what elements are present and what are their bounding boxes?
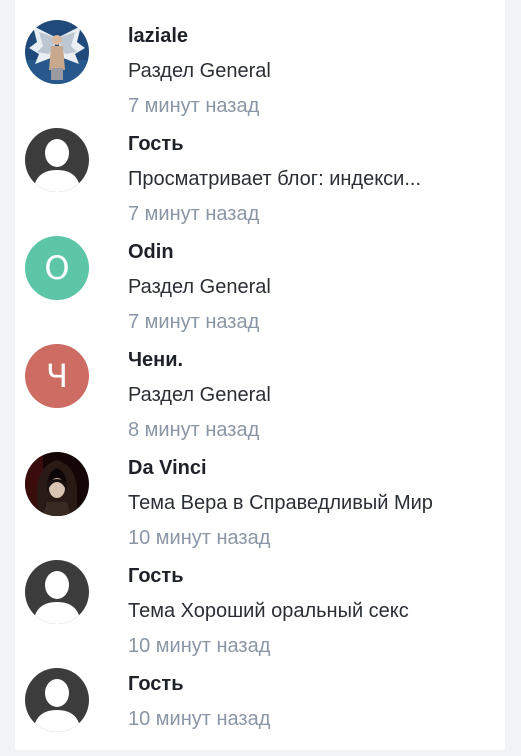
avatar [25, 668, 89, 732]
user-name: Гость [128, 673, 184, 695]
activity-text[interactable]: Раздел General [128, 60, 271, 83]
activity-text[interactable]: Раздел General [128, 276, 271, 299]
user-name[interactable]: Чени. [128, 349, 183, 372]
avatar[interactable]: O [25, 236, 89, 300]
activity-text[interactable]: Просматривает блог: индекси... [128, 168, 421, 191]
user-name: Гость [128, 565, 184, 587]
angel-image-icon [25, 20, 89, 84]
activity-text[interactable]: Тема Вера в Справедливый Мир [128, 492, 433, 515]
default-user-icon [25, 668, 89, 732]
list-item-guest[interactable]: Гость Тема Хороший оральный секс 10 мину… [15, 540, 505, 657]
avatar [25, 560, 89, 624]
avatar[interactable]: Ч [25, 344, 89, 408]
online-users-list: laziale Раздел General 7 минут назад Гос… [15, 0, 505, 750]
avatar[interactable] [25, 452, 89, 516]
avatar [25, 128, 89, 192]
user-name[interactable]: Da Vinci [128, 457, 207, 480]
list-item-laziale[interactable]: laziale Раздел General 7 минут назад [15, 0, 505, 117]
hooded-figure-image-icon [25, 452, 89, 516]
list-item-guest[interactable]: Гость 10 минут назад [15, 648, 505, 756]
activity-text[interactable]: Тема Хороший оральный секс [128, 600, 409, 623]
default-user-icon [25, 560, 89, 624]
user-name[interactable]: Odin [128, 241, 174, 264]
avatar[interactable] [25, 20, 89, 84]
list-item-da-vinci[interactable]: Da Vinci Тема Вера в Справедливый Мир 10… [15, 432, 505, 549]
default-user-icon [25, 128, 89, 192]
activity-text[interactable]: Раздел General [128, 384, 271, 407]
list-item-cheni[interactable]: Ч Чени. Раздел General 8 минут назад [15, 324, 505, 441]
timestamp: 10 минут назад [128, 708, 271, 730]
user-name[interactable]: laziale [128, 25, 188, 48]
list-item-odin[interactable]: O Odin Раздел General 7 минут назад [15, 216, 505, 333]
user-name: Гость [128, 133, 184, 155]
list-item-guest[interactable]: Гость Просматривает блог: индекси... 7 м… [15, 108, 505, 225]
